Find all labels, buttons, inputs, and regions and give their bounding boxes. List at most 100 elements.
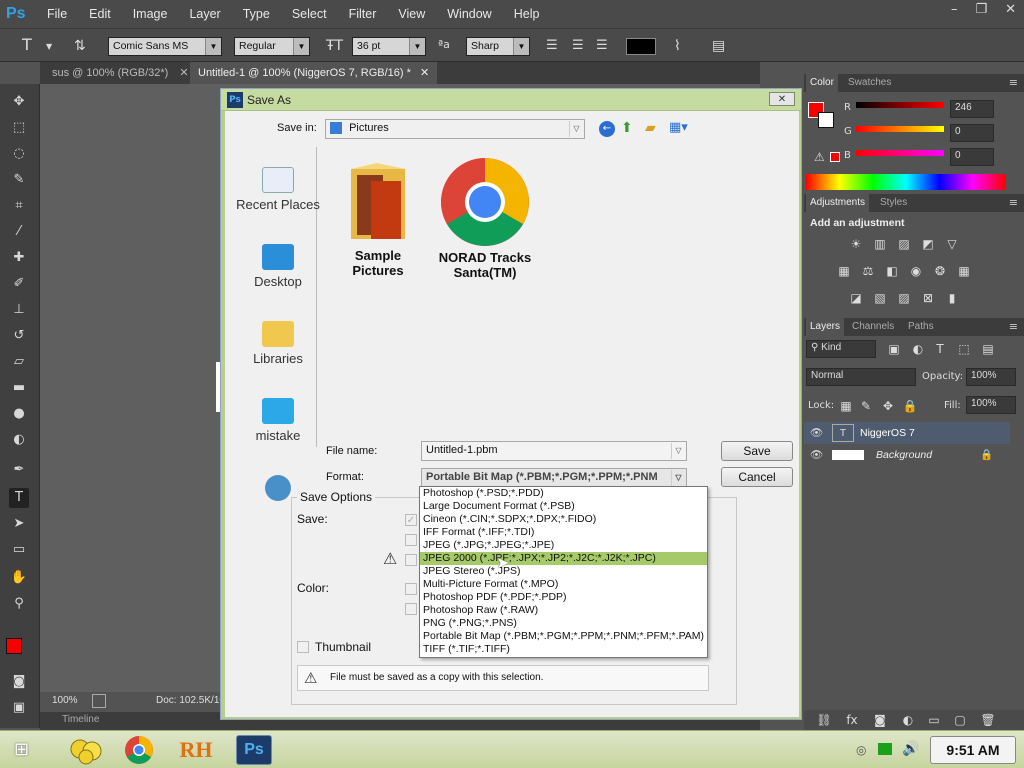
back-icon[interactable]: ← [599,121,615,137]
tab-adjustments[interactable]: Adjustments [806,194,870,212]
format-option[interactable]: Photoshop PDF (*.PDF;*.PDP) [420,591,707,604]
place-computer[interactable]: mistake [233,398,323,443]
layer-name[interactable]: NiggerOS 7 [860,427,915,439]
gradient-map-icon[interactable]: ▮ [944,291,960,305]
file-item[interactable]: NORAD Tracks Santa(TM) [433,157,537,280]
menu-type[interactable]: Type [232,7,281,21]
new-layer-icon[interactable]: ▢ [952,713,968,727]
eye-icon[interactable]: 👁 [810,426,823,439]
pen-tool-icon[interactable]: ✒ [9,460,29,480]
tab-layers[interactable]: Layers [806,318,845,336]
menu-select[interactable]: Select [281,7,338,21]
r-value[interactable]: 246 [950,100,994,118]
posterize-icon[interactable]: ▧ [872,291,888,305]
format-option[interactable]: Photoshop Raw (*.RAW) [420,604,707,617]
quick-mask-icon[interactable]: ◙ [9,672,29,692]
format-option[interactable]: Cineon (*.CIN;*.SDPX;*.DPX;*.FIDO) [420,513,707,526]
blend-mode-select[interactable]: Normal [806,368,916,386]
path-selection-tool-icon[interactable]: ➤ [9,514,29,534]
eraser-tool-icon[interactable]: ▱ [9,352,29,372]
save-button[interactable]: Save [721,441,793,461]
quick-select-tool-icon[interactable]: ✎ [9,170,29,190]
font-style-select[interactable]: Regular ▼ [234,37,310,56]
filter-pixel-icon[interactable]: ▣ [886,342,902,356]
font-family-select[interactable]: Comic Sans MS ▼ [108,37,222,56]
crop-tool-icon[interactable]: ⌗ [9,196,29,216]
new-folder-icon[interactable]: ▰ [645,120,656,136]
menu-layer[interactable]: Layer [178,7,231,21]
channel-mixer-icon[interactable]: ❂ [932,264,948,278]
color-ramp[interactable] [806,174,1006,190]
menu-edit[interactable]: Edit [78,7,122,21]
checkbox-option[interactable] [405,603,417,615]
layer-row[interactable]: 👁 T NiggerOS 7 [804,422,1010,444]
filter-type-icon[interactable]: T [932,342,948,356]
type-tool-icon[interactable]: T [9,488,29,508]
b-slider[interactable] [856,150,944,156]
tab-color[interactable]: Color [806,74,838,92]
lock-image-icon[interactable]: ✎ [858,399,874,413]
layer-row[interactable]: 👁 Background 🔒 [804,444,1010,466]
taskbar-rh[interactable]: RH [178,735,214,765]
tray-icon[interactable]: ◎ [856,743,866,757]
menu-image[interactable]: Image [122,7,179,21]
up-folder-icon[interactable]: ⬆ [621,120,633,136]
tab-untitled-1[interactable]: Untitled-1 @ 100% (NiggerOS 7, RGB/16) *… [190,62,438,84]
foreground-color-swatch[interactable] [6,638,22,654]
menu-filter[interactable]: Filter [338,7,388,21]
lock-position-icon[interactable]: ✥ [880,399,896,413]
blur-tool-icon[interactable]: ● [9,404,29,424]
panel-menu-icon[interactable]: ≡ [1009,76,1018,89]
menu-view[interactable]: View [387,7,436,21]
menu-help[interactable]: Help [503,7,551,21]
hand-tool-icon[interactable]: ✋ [9,568,29,588]
bg-color-chip[interactable] [818,112,834,128]
panel-menu-icon[interactable]: ≡ [1009,320,1018,333]
healing-brush-tool-icon[interactable]: ✚ [9,248,29,268]
tab-channels[interactable]: Channels [848,318,898,336]
format-option[interactable]: JPEG (*.JPG;*.JPEG;*.JPE) [420,539,707,552]
curves-icon[interactable]: ▨ [896,237,912,251]
layer-filter-kind[interactable]: ⚲ Kind [806,340,876,358]
levels-icon[interactable]: ▥ [872,237,888,251]
taskbar-photoshop[interactable]: Ps [236,735,272,765]
clock[interactable]: 9:51 AM [930,736,1016,764]
eyedropper-tool-icon[interactable]: ⁄ [9,222,29,242]
start-button[interactable]: ⊞ [14,739,29,760]
file-name-value[interactable]: Untitled-1.pbm [426,444,498,456]
taskbar-app-icon[interactable] [68,735,104,765]
save-in-select[interactable]: Pictures ▽ [325,119,585,139]
exposure-icon[interactable]: ◩ [920,237,936,251]
black-white-icon[interactable]: ◧ [884,264,900,278]
format-option[interactable]: Photoshop (*.PSD;*.PDD) [420,487,707,500]
place-recent-places[interactable]: Recent Places [233,167,323,212]
file-item[interactable]: Sample Pictures [331,161,425,278]
eye-icon[interactable]: 👁 [810,448,823,461]
trash-icon[interactable]: 🗑 [980,713,996,727]
format-option[interactable]: PNG (*.PNG;*.PNS) [420,617,707,630]
place-desktop[interactable]: Desktop [233,244,323,289]
font-size-select[interactable]: 36 pt ▼ [352,37,426,56]
vibrance-icon[interactable]: ▽ [944,237,960,251]
lasso-tool-icon[interactable]: ◌ [9,144,29,164]
volume-icon[interactable]: 🔊 [902,741,919,757]
hue-saturation-icon[interactable]: ▦ [836,264,852,278]
brush-tool-icon[interactable]: ✐ [9,274,29,294]
history-brush-tool-icon[interactable]: ↺ [9,326,29,346]
marquee-tool-icon[interactable]: ⬚ [9,118,29,138]
checkbox-option[interactable] [405,554,417,566]
photo-filter-icon[interactable]: ◉ [908,264,924,278]
r-slider[interactable] [856,102,944,108]
folder-icon[interactable]: ▭ [926,713,942,727]
checkbox-option[interactable] [405,583,417,595]
format-option[interactable]: JPEG Stereo (*.JPS) [420,565,707,578]
lock-transparent-icon[interactable]: ▦ [838,399,854,413]
checkbox-as-copy[interactable]: ✓ [405,514,417,526]
thumbnail-checkbox[interactable] [297,641,309,653]
g-slider[interactable] [856,126,944,132]
text-color-swatch[interactable] [626,38,656,55]
panel-menu-icon[interactable]: ≡ [1009,196,1018,209]
tab-swatches[interactable]: Swatches [844,74,895,92]
menu-file[interactable]: File [36,7,78,21]
dialog-titlebar[interactable]: Ps Save As ✕ [221,89,801,111]
